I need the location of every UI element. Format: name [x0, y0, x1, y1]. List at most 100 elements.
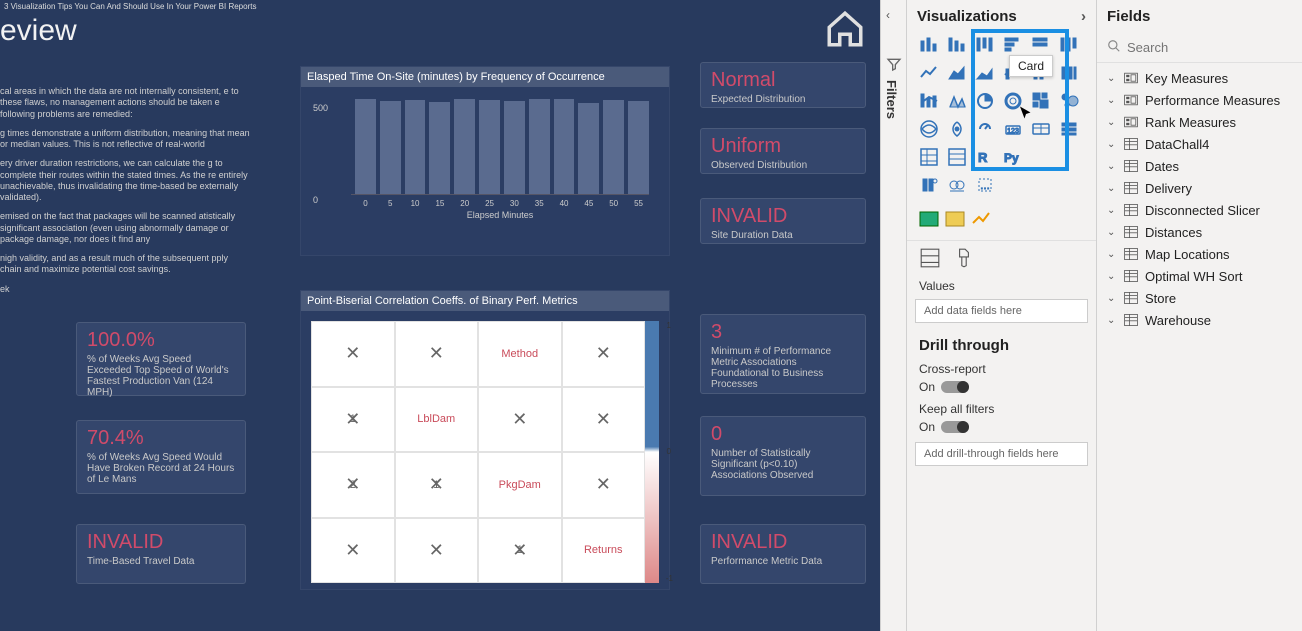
viz-map-icon[interactable]: [917, 117, 941, 141]
custom-viz-icon[interactable]: [945, 209, 965, 232]
filters-pane[interactable]: ‹ Filters: [880, 0, 906, 631]
bar-chart-visual[interactable]: Elasped Time On-Site (minutes) by Freque…: [300, 66, 670, 256]
card-value: 100.0%: [87, 329, 235, 352]
field-item-key-measures[interactable]: ⌄Key Measures: [1097, 67, 1302, 89]
heatmap-cell[interactable]: [395, 518, 479, 584]
field-item-distances[interactable]: ⌄Distances: [1097, 221, 1302, 243]
viz-kpi-icon[interactable]: [1057, 117, 1081, 141]
custom-viz-icon[interactable]: [919, 209, 939, 232]
bar[interactable]: [429, 102, 450, 194]
heatmap-cell[interactable]: 1: [311, 387, 395, 453]
viz-tooltip: Card: [1009, 55, 1053, 77]
chevron-right-icon[interactable]: ›: [1081, 8, 1086, 25]
bar[interactable]: [380, 101, 401, 194]
viz-stacked-column-icon[interactable]: [973, 33, 997, 57]
heatmap-cell[interactable]: ✕: [311, 321, 395, 387]
card-invalid-perf[interactable]: INVALID Performance Metric Data: [700, 524, 866, 584]
viz-bar-horizontal-icon[interactable]: [1001, 33, 1025, 57]
bar[interactable]: [355, 99, 376, 194]
format-tab-icon[interactable]: [953, 247, 975, 269]
home-icon[interactable]: [824, 8, 866, 50]
heatmap-cell[interactable]: 1: [478, 518, 562, 584]
toggle-label: On: [919, 380, 935, 394]
viz-filled-map-icon[interactable]: [945, 117, 969, 141]
bar[interactable]: [454, 99, 475, 194]
card-invalid-time[interactable]: INVALID Time-Based Travel Data: [76, 524, 246, 584]
viz-matrix-icon[interactable]: [917, 145, 941, 169]
card-invalid-site[interactable]: INVALID Site Duration Data: [700, 198, 866, 244]
heatmap-cell[interactable]: Method: [478, 321, 562, 387]
card-normal[interactable]: Normal Expected Distribution: [700, 62, 866, 108]
viz-gauge-icon[interactable]: [973, 117, 997, 141]
heatmap-visual[interactable]: Point-Biserial Correlation Coeffs. of Bi…: [300, 290, 670, 590]
viz-r-visual-icon[interactable]: R: [973, 145, 997, 169]
card-uniform[interactable]: Uniform Observed Distribution: [700, 128, 866, 174]
chevron-left-icon[interactable]: ‹: [886, 8, 890, 22]
viz-scatter-icon[interactable]: [1057, 89, 1081, 113]
viz-ribbon-icon[interactable]: [1057, 61, 1081, 85]
viz-area-icon[interactable]: [945, 61, 969, 85]
field-label: Map Locations: [1145, 247, 1230, 262]
drillthrough-well[interactable]: Add drill-through fields here: [915, 442, 1088, 466]
search-input[interactable]: [1127, 40, 1302, 55]
bar[interactable]: [529, 99, 550, 194]
viz-pie-icon[interactable]: [973, 89, 997, 113]
viz-waterfall-icon[interactable]: [917, 89, 941, 113]
field-label: Performance Measures: [1145, 93, 1280, 108]
table-icon: [1123, 180, 1139, 196]
heatmap-cell[interactable]: ✕: [562, 452, 646, 518]
viz-funnel-icon[interactable]: [945, 89, 969, 113]
card-3[interactable]: 3 Minimum # of Performance Metric Associ…: [700, 314, 866, 394]
field-item-datachall4[interactable]: ⌄DataChall4: [1097, 133, 1302, 155]
chevron-down-icon: ⌄: [1107, 161, 1117, 172]
viz-stacked-bar-h-icon[interactable]: [1029, 33, 1053, 57]
bar[interactable]: [578, 103, 599, 194]
heatmap-cell[interactable]: ✕: [395, 321, 479, 387]
viz-table-icon[interactable]: [945, 145, 969, 169]
field-item-dates[interactable]: ⌄Dates: [1097, 155, 1302, 177]
card-0[interactable]: 0 Number of Statistically Significant (p…: [700, 416, 866, 496]
field-item-rank-measures[interactable]: ⌄Rank Measures: [1097, 111, 1302, 133]
cross-report-toggle[interactable]: On: [919, 380, 969, 394]
viz-clustered-bar-icon[interactable]: [945, 33, 969, 57]
field-item-delivery[interactable]: ⌄Delivery: [1097, 177, 1302, 199]
bar[interactable]: [603, 100, 624, 194]
viz-more-visuals-icon[interactable]: …: [973, 173, 997, 197]
viz-line-icon[interactable]: [917, 61, 941, 85]
bar[interactable]: [554, 99, 575, 194]
field-item-optimal-wh-sort[interactable]: ⌄Optimal WH Sort: [1097, 265, 1302, 287]
heatmap-cell[interactable]: 2: [311, 452, 395, 518]
x-tick: 30: [504, 199, 525, 208]
heatmap-cell[interactable]: Returns: [562, 518, 646, 584]
heatmap-cell[interactable]: ✕: [311, 518, 395, 584]
card-value: INVALID: [711, 531, 855, 554]
viz-stacked-bar-icon[interactable]: [917, 33, 941, 57]
keep-filters-toggle[interactable]: On: [919, 420, 969, 434]
heatmap-cell[interactable]: ✕: [562, 387, 646, 453]
viz-py-visual-icon[interactable]: Py: [1001, 145, 1025, 169]
heatmap-cell[interactable]: PkgDam: [478, 452, 562, 518]
narrative-paragraph: emised on the fact that packages will be…: [0, 211, 250, 245]
values-well[interactable]: Add data fields here: [915, 299, 1088, 323]
card-100[interactable]: 100.0% % of Weeks Avg Speed Exceeded Top…: [76, 322, 246, 396]
viz-100-stacked-icon[interactable]: [1057, 33, 1081, 57]
bar[interactable]: [479, 100, 500, 194]
field-item-map-locations[interactable]: ⌄Map Locations: [1097, 243, 1302, 265]
field-item-store[interactable]: ⌄Store: [1097, 287, 1302, 309]
heatmap-cell[interactable]: LblDam: [395, 387, 479, 453]
heatmap-cell[interactable]: ✕: [478, 387, 562, 453]
fields-tab-icon[interactable]: [919, 247, 941, 269]
card-70[interactable]: 70.4% % of Weeks Avg Speed Would Have Br…: [76, 420, 246, 494]
heatmap-cell[interactable]: 1: [395, 452, 479, 518]
custom-viz-icon[interactable]: [971, 209, 991, 232]
field-item-warehouse[interactable]: ⌄Warehouse: [1097, 309, 1302, 331]
bar[interactable]: [628, 101, 649, 194]
viz-stacked-area-icon[interactable]: [973, 61, 997, 85]
field-item-disconnected-slicer[interactable]: ⌄Disconnected Slicer: [1097, 199, 1302, 221]
viz-decomposition-icon[interactable]: [945, 173, 969, 197]
bar[interactable]: [405, 100, 426, 194]
viz-key-influencers-icon[interactable]: [917, 173, 941, 197]
heatmap-cell[interactable]: ✕: [562, 321, 646, 387]
field-item-performance-measures[interactable]: ⌄Performance Measures: [1097, 89, 1302, 111]
bar[interactable]: [504, 101, 525, 194]
